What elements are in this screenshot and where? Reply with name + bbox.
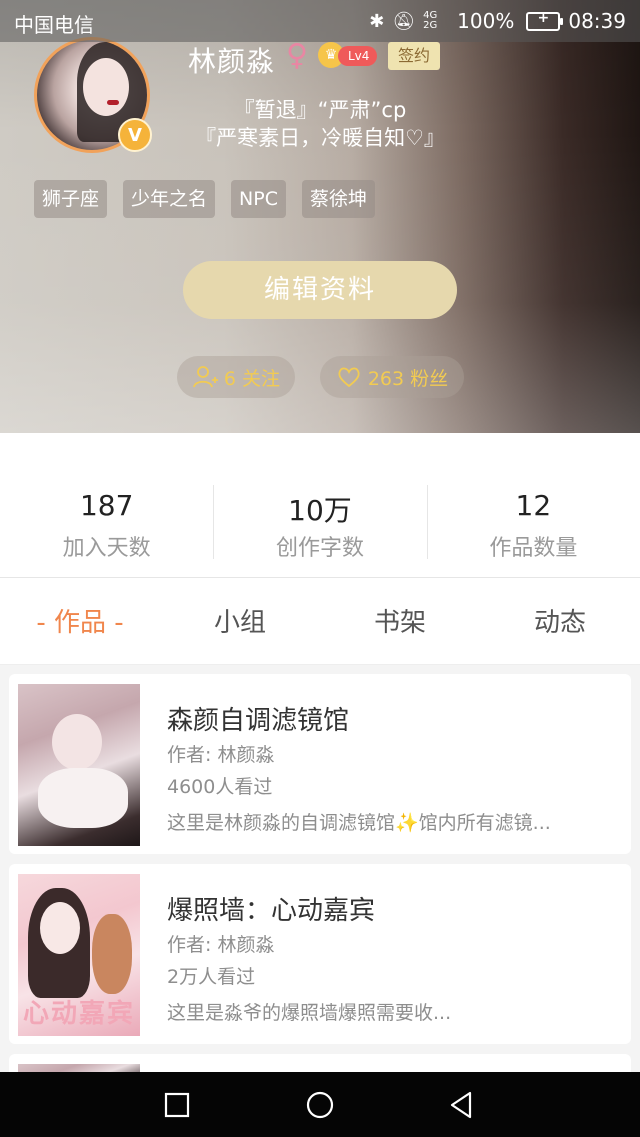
tag-item[interactable]: 蔡徐坤: [301, 180, 375, 218]
stat-word-count: 10万 创作字数: [213, 433, 426, 577]
add-user-icon: [193, 366, 218, 388]
female-icon: ♀: [286, 38, 308, 73]
work-views: 4600人看过: [167, 776, 273, 798]
tag-item[interactable]: 少年之名: [123, 180, 216, 218]
bio-line-2: 『严寒素日，冷暖自知♡』: [195, 126, 445, 150]
work-title: 森颜自调滤镜馆: [167, 706, 350, 736]
status-icons: ✱ 🔕︎ 4G 2G 100% + 08:39: [369, 9, 626, 33]
work-cover-image: 心动嘉宾: [18, 874, 140, 1036]
tag-list: 狮子座 少年之名 NPC 蔡徐坤: [34, 180, 375, 218]
battery-icon: +: [526, 10, 564, 31]
work-cover-image: [18, 684, 140, 846]
tag-item[interactable]: NPC: [231, 180, 286, 218]
tag-item[interactable]: 狮子座: [34, 180, 108, 218]
tab-groups[interactable]: 小组: [160, 578, 320, 664]
signal-icon: 4G 2G: [423, 10, 438, 31]
recent-apps-icon[interactable]: [162, 1090, 192, 1120]
work-author: 作者: 林颜淼: [167, 744, 275, 766]
stats-bar: 187 加入天数 10万 创作字数 12 作品数量: [0, 433, 640, 578]
work-title: 爆照墙：心动嘉宾: [167, 896, 376, 926]
home-icon[interactable]: [305, 1090, 335, 1120]
fans-button[interactable]: 263 粉丝: [320, 356, 464, 398]
cover-title-text: 心动嘉宾: [22, 999, 135, 1029]
stat-value: 187: [79, 489, 134, 522]
bio-line-1: 『暂退』“严肃”cp: [233, 98, 407, 122]
work-views: 2万人看过: [167, 966, 256, 988]
heart-icon: [338, 367, 360, 388]
profile-header: V 林颜淼 ♀ ♛ Lv4 签约 『暂退』“严肃”cp 『严寒素日，冷暖自知♡』…: [0, 0, 640, 433]
status-bar: 中国电信 ✱ 🔕︎ 4G 2G 100% + 08:39: [0, 0, 640, 42]
stat-value: 10万: [288, 494, 352, 527]
system-nav-bar: [0, 1072, 640, 1137]
mute-icon: 🔕︎: [392, 10, 416, 32]
list-item[interactable]: 心动嘉宾 爆照墙：心动嘉宾 作者: 林颜淼 2万人看过 这里是淼爷的爆照墙爆照需…: [9, 864, 631, 1044]
tab-bookshelf[interactable]: 书架: [320, 578, 480, 664]
work-description: 这里是林颜淼的自调滤镜馆✨馆内所有滤镜...: [167, 812, 551, 834]
stat-label: 创作字数: [275, 536, 364, 561]
stat-label: 加入天数: [62, 536, 151, 561]
edit-profile-button[interactable]: 编辑资料: [183, 261, 457, 319]
following-button[interactable]: 6 关注: [177, 356, 295, 398]
bluetooth-icon: ✱: [369, 10, 385, 32]
work-author: 作者: 林颜淼: [167, 934, 275, 956]
tab-bar: - 作品 - 小组 书架 动态: [0, 578, 640, 665]
clock: 08:39: [568, 9, 626, 33]
work-description: 这里是淼爷的爆照墙爆照需要收...: [167, 1002, 452, 1024]
cover-body: [38, 768, 128, 828]
following-count: 6 关注: [223, 367, 281, 390]
cover-face: [52, 714, 102, 770]
carrier-label: 中国电信: [14, 13, 94, 37]
cover-face: [40, 902, 80, 954]
tab-activity[interactable]: 动态: [480, 578, 640, 664]
list-item[interactable]: 森颜自调滤镜馆 作者: 林颜淼 4600人看过 这里是林颜淼的自调滤镜馆✨馆内所…: [9, 674, 631, 854]
stat-works-count: 12 作品数量: [426, 433, 640, 577]
back-icon[interactable]: [446, 1090, 476, 1120]
user-name: 林颜淼: [188, 45, 276, 78]
cover-second-figure: [92, 914, 132, 994]
tab-works[interactable]: - 作品 -: [0, 578, 160, 664]
stat-value: 12: [515, 489, 552, 522]
fans-count: 263 粉丝: [367, 367, 449, 390]
level-badge: Lv4: [338, 46, 378, 66]
stat-label: 作品数量: [489, 536, 578, 561]
battery-percent: 100%: [457, 9, 515, 33]
stat-join-days: 187 加入天数: [0, 433, 213, 577]
sign-tag: 签约: [388, 42, 440, 70]
